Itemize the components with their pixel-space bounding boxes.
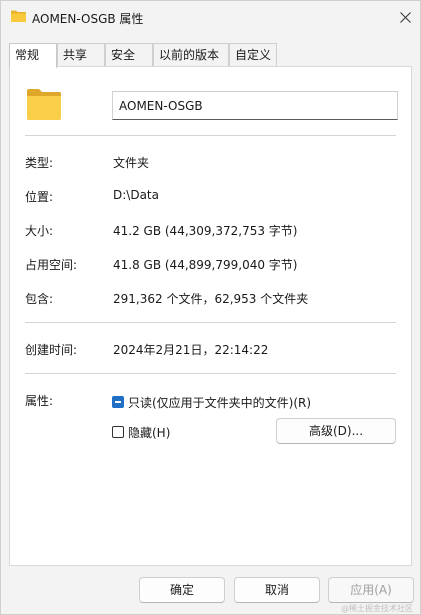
folder-icon-large (27, 89, 61, 120)
type-value: 文件夹 (113, 156, 150, 170)
close-icon (399, 11, 411, 23)
close-button[interactable] (392, 6, 418, 28)
tab-previous-versions[interactable]: 以前的版本 (153, 43, 229, 67)
apply-button[interactable]: 应用(A) (328, 577, 414, 603)
size-on-disk-label: 占用空间: (25, 258, 78, 272)
hidden-checkbox[interactable] (112, 426, 124, 438)
location-label: 位置: (25, 190, 54, 204)
separator (25, 322, 396, 323)
separator (25, 373, 396, 374)
cancel-button[interactable]: 取消 (234, 577, 320, 603)
readonly-checkbox[interactable] (112, 396, 124, 408)
window-title: AOMEN-OSGB 属性 (32, 12, 144, 26)
title-bar: AOMEN-OSGB 属性 (1, 1, 420, 35)
tab-customize[interactable]: 自定义 (229, 43, 277, 67)
hidden-label[interactable]: 隐藏(H) (128, 424, 170, 441)
created-label: 创建时间: (25, 343, 78, 357)
ok-button[interactable]: 确定 (139, 577, 225, 603)
properties-window: AOMEN-OSGB 属性 常规 共享 安全 以前的版本 自定义 类型: 文件夹… (0, 0, 421, 615)
advanced-button[interactable]: 高级(D)... (276, 418, 396, 444)
contains-value: 291,362 个文件，62,953 个文件夹 (113, 292, 309, 306)
tab-general[interactable]: 常规 (9, 43, 57, 68)
size-on-disk-value: 41.8 GB (44,899,799,040 字节) (113, 258, 298, 272)
tab-security[interactable]: 安全 (105, 43, 153, 67)
size-value: 41.2 GB (44,309,372,753 字节) (113, 224, 298, 238)
attributes-label: 属性: (25, 394, 54, 408)
folder-icon (11, 10, 26, 22)
readonly-label[interactable]: 只读(仅应用于文件夹中的文件)(R) (128, 394, 311, 411)
general-panel: 类型: 文件夹 位置: D:\Data 大小: 41.2 GB (44,309,… (9, 66, 412, 566)
tab-sharing[interactable]: 共享 (57, 43, 105, 67)
contains-label: 包含: (25, 292, 54, 306)
location-value: D:\Data (113, 188, 159, 202)
created-value: 2024年2月21日，22:14:22 (113, 343, 269, 357)
separator (25, 135, 396, 136)
type-label: 类型: (25, 156, 54, 170)
size-label: 大小: (25, 224, 54, 238)
watermark: @稀土掘金技术社区 (341, 604, 413, 613)
folder-name-input[interactable] (112, 91, 398, 120)
